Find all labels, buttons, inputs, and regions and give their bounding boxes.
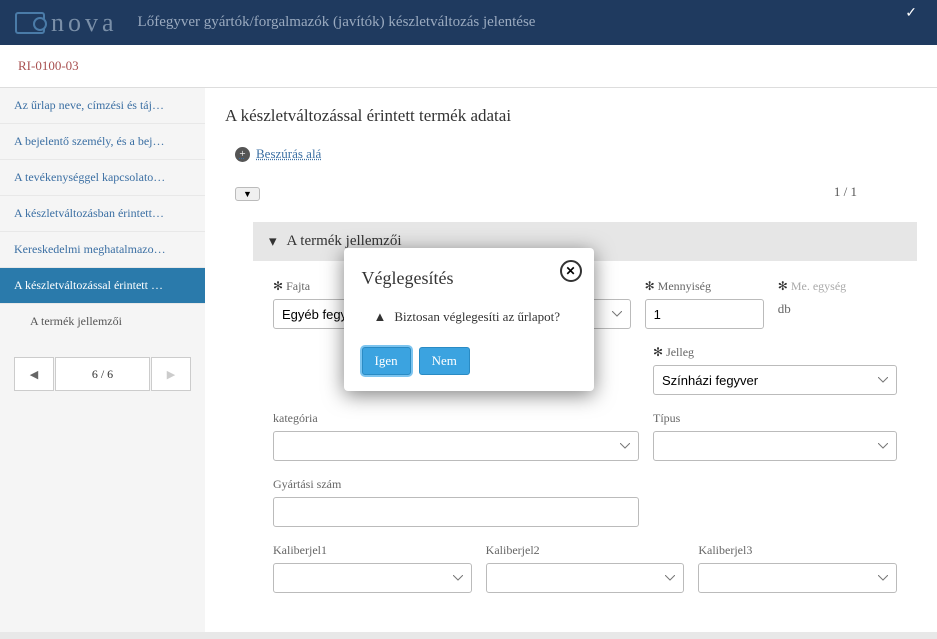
input-mennyiseg[interactable]: [645, 299, 764, 329]
pager-next-button[interactable]: ▶: [151, 357, 191, 391]
sidebar-subitem-label: A termék jellemzői: [30, 314, 122, 328]
insert-below-link[interactable]: + Beszúrás alá: [235, 146, 321, 162]
label-kal2: Kaliberjel2: [486, 543, 685, 558]
sidebar-item-1[interactable]: A bejelentő személy, és a bej…: [0, 124, 205, 160]
sidebar-item-label: A készletváltozással érintett …: [14, 278, 163, 292]
label-kal3: Kaliberjel3: [698, 543, 897, 558]
page-counter: 1 / 1: [834, 184, 857, 200]
select-kategoria[interactable]: [273, 431, 639, 461]
sidebar-item-label: A készletváltozásban érintett…: [14, 206, 164, 220]
input-gyszam[interactable]: [273, 497, 639, 527]
sidebar-item-2[interactable]: A tevékenységgel kapcsolato…: [0, 160, 205, 196]
sidebar-item-label: A bejelentő személy, és a bej…: [14, 134, 165, 148]
header-title: Lőfegyver gyártók/forgalmazók (javítók) …: [138, 14, 536, 31]
label-kategoria: kategória: [273, 411, 639, 426]
sidebar-item-label: Az űrlap neve, címzési és táj…: [14, 98, 164, 112]
sidebar-subitem[interactable]: A termék jellemzői: [0, 304, 205, 339]
sidebar: Az űrlap neve, címzési és táj… A bejelen…: [0, 88, 205, 632]
page-title: A készletváltozással érintett termék ada…: [225, 106, 917, 126]
sidebar-pager: ◀ 6 / 6 ▶: [14, 357, 191, 391]
label-gyszam: Gyártási szám: [273, 477, 639, 492]
close-icon: ✕: [565, 264, 575, 279]
app-header: nova Lőfegyver gyártók/forgalmazók (javí…: [0, 0, 937, 45]
breadcrumb: RI-0100-03: [0, 45, 937, 88]
sidebar-item-4[interactable]: Kereskedelmi meghatalmazo…: [0, 232, 205, 268]
modal-message: Biztosan véglegesíti az űrlapot?: [394, 309, 560, 325]
logo: nova: [15, 8, 118, 38]
modal-body: ▲ Biztosan véglegesíti az űrlapot?: [362, 309, 576, 325]
sidebar-item-0[interactable]: Az űrlap neve, címzési és táj…: [0, 88, 205, 124]
select-kal1[interactable]: [273, 563, 472, 593]
label-jelleg: ✻Jelleg: [653, 345, 897, 360]
confirm-no-button[interactable]: Nem: [419, 347, 470, 375]
sidebar-item-label: A tevékenységgel kapcsolato…: [14, 170, 165, 184]
label-tipus: Típus: [653, 411, 897, 426]
modal-close-button[interactable]: ✕: [560, 260, 582, 282]
confirm-yes-button[interactable]: Igen: [362, 347, 411, 375]
select-kal2[interactable]: [486, 563, 685, 593]
pager-prev-button[interactable]: ◀: [14, 357, 54, 391]
plus-icon: +: [235, 147, 250, 162]
select-tipus[interactable]: [653, 431, 897, 461]
chevron-down-icon: ▾: [269, 232, 277, 251]
logo-text: nova: [51, 8, 118, 38]
static-me: db: [778, 299, 897, 317]
modal-buttons: Igen Nem: [362, 347, 576, 375]
confirm-modal: ✕ Véglegesítés ▲ Biztosan véglegesíti az…: [344, 248, 594, 391]
select-kal3[interactable]: [698, 563, 897, 593]
logo-icon: [15, 12, 45, 34]
select-jelleg[interactable]: Színházi fegyver: [653, 365, 897, 395]
label-mennyiseg: ✻Mennyiség: [645, 279, 764, 294]
modal-title: Véglegesítés: [362, 268, 576, 289]
warning-icon: ▲: [374, 309, 387, 325]
label-me: ✻Me. egység: [778, 279, 897, 294]
sidebar-item-3[interactable]: A készletváltozásban érintett…: [0, 196, 205, 232]
dropdown-toggle[interactable]: ▼: [235, 187, 260, 201]
check-icon[interactable]: ✓: [905, 5, 917, 22]
insert-label: Beszúrás alá: [256, 146, 321, 162]
pager-display: 6 / 6: [55, 357, 150, 391]
sidebar-item-5[interactable]: A készletváltozással érintett …: [0, 268, 205, 304]
label-kal1: Kaliberjel1: [273, 543, 472, 558]
sidebar-item-label: Kereskedelmi meghatalmazo…: [14, 242, 166, 256]
